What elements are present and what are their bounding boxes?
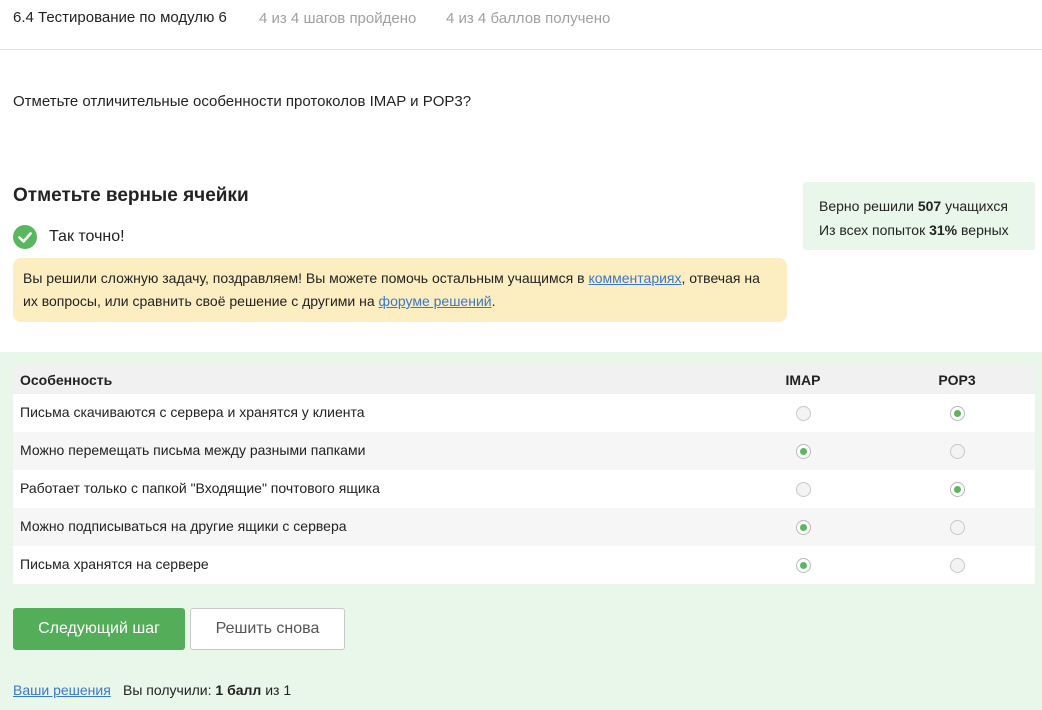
pop3-column-header: POP3 — [938, 372, 976, 388]
row-label: Письма хранятся на сервере — [20, 556, 209, 572]
solved-suffix: учащихся — [941, 198, 1008, 214]
pop3-radio[interactable] — [950, 406, 965, 421]
score-value: 1 балл — [215, 682, 262, 698]
pop3-radio[interactable] — [950, 558, 965, 573]
row-label: Можно подписываться на другие ящики с се… — [20, 518, 347, 534]
table-row: Письма скачиваются с сервера и хранятся … — [13, 394, 1035, 432]
steps-progress: 4 из 4 шагов пройдено — [259, 10, 417, 27]
question-text: Отметьте отличительные особенности прото… — [13, 93, 472, 110]
table-row: Можно подписываться на другие ящики с се… — [13, 508, 1035, 546]
table-row: Можно перемещать письма между разными па… — [13, 432, 1035, 470]
answer-grid: Особенность IMAP POP3 Письма скачиваются… — [13, 366, 1035, 584]
congrats-text-3: . — [491, 293, 496, 309]
imap-radio[interactable] — [796, 444, 811, 459]
congrats-text-1: Вы решили сложную задачу, поздравляем! В… — [23, 270, 589, 286]
imap-radio[interactable] — [796, 520, 811, 535]
attempts-stat: Из всех попыток 31% верных — [819, 218, 1035, 242]
task-title: Отметьте верные ячейки — [13, 185, 249, 206]
pop3-radio[interactable] — [950, 444, 965, 459]
imap-column-header: IMAP — [785, 372, 821, 388]
score-summary: Вы получили: 1 балл из 1 — [123, 682, 291, 698]
comments-link[interactable]: комментариях — [588, 270, 681, 286]
lesson-header: 6.4 Тестирование по модулю 6 4 из 4 шаго… — [0, 0, 1042, 50]
feature-column-header: Особенность — [20, 372, 113, 388]
congrats-notice: Вы решили сложную задачу, поздравляем! В… — [13, 258, 787, 322]
attempts-prefix: Из всех попыток — [819, 222, 930, 238]
row-label: Письма скачиваются с сервера и хранятся … — [20, 404, 365, 420]
solve-again-button[interactable]: Решить снова — [190, 608, 345, 650]
row-label: Работает только с папкой "Входящие" почт… — [20, 480, 380, 496]
score-suffix: из 1 — [261, 682, 292, 698]
grid-header: Особенность IMAP POP3 — [13, 366, 1035, 394]
table-row: Письма хранятся на сервере — [13, 546, 1035, 584]
next-step-button[interactable]: Следующий шаг — [13, 608, 185, 650]
lesson-title[interactable]: 6.4 Тестирование по модулю 6 — [13, 9, 227, 26]
checkmark-icon — [13, 225, 37, 249]
pop3-radio[interactable] — [950, 520, 965, 535]
solved-stat: Верно решили 507 учащихся — [819, 194, 1035, 218]
table-row: Работает только с папкой "Входящие" почт… — [13, 470, 1035, 508]
stats-box: Верно решили 507 учащихся Из всех попыто… — [803, 182, 1035, 250]
result-status-text: Так точно! — [49, 228, 125, 245]
row-label: Можно перемещать письма между разными па… — [20, 442, 366, 458]
solved-count: 507 — [917, 198, 942, 214]
imap-radio[interactable] — [796, 406, 811, 421]
solved-prefix: Верно решили — [819, 198, 918, 214]
attempts-percent: 31% — [929, 222, 958, 238]
score-progress: 4 из 4 баллов получено — [446, 10, 611, 27]
attempts-suffix: верных — [957, 222, 1009, 238]
imap-radio[interactable] — [796, 482, 811, 497]
imap-radio[interactable] — [796, 558, 811, 573]
your-solutions-link[interactable]: Ваши решения — [13, 682, 111, 698]
solutions-forum-link[interactable]: форуме решений — [379, 293, 492, 309]
score-prefix: Вы получили: — [123, 682, 216, 698]
pop3-radio[interactable] — [950, 482, 965, 497]
